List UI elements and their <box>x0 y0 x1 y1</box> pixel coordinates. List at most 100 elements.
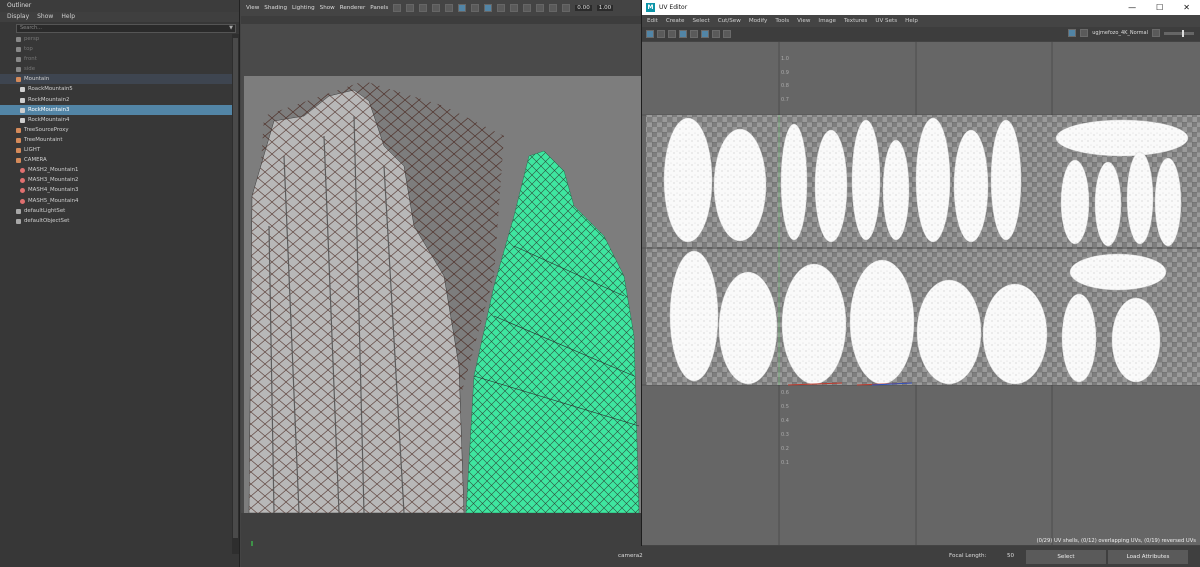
viewport-menu-shading[interactable]: Shading <box>264 5 287 11</box>
image-toggle-icon[interactable] <box>1068 29 1077 37</box>
focal-length-value[interactable]: 50 <box>1007 553 1014 559</box>
outliner-item[interactable]: MASH3_Mountain2 <box>0 175 232 185</box>
outliner-item[interactable]: Mountain <box>0 74 232 85</box>
outliner-item[interactable]: persp <box>0 34 232 44</box>
uv-editor-title: UV Editor <box>659 4 688 11</box>
outliner-item[interactable]: CAMERA <box>0 155 232 165</box>
outliner-item[interactable]: side <box>0 64 232 74</box>
search-dropdown-icon[interactable]: ▼ <box>229 25 233 32</box>
uv-shell <box>713 128 767 242</box>
image-name-dropdown[interactable]: ugjmefozo_4K_Normal <box>1092 30 1148 36</box>
scrollbar-thumb[interactable] <box>233 38 238 538</box>
viewport-scene[interactable] <box>244 76 641 513</box>
uv-menu-edit[interactable]: Edit <box>647 18 658 24</box>
outliner-item[interactable]: RockMountain3 <box>0 104 232 115</box>
lock-camera-icon[interactable] <box>406 4 415 12</box>
isolate-select-icon[interactable] <box>549 4 558 12</box>
uv-dim-image-icon[interactable] <box>712 30 720 38</box>
search-placeholder: Search... <box>20 25 42 31</box>
uv-distortion-icon[interactable] <box>679 30 687 38</box>
outliner-item[interactable]: defaultObjectSet <box>0 216 232 226</box>
uv-grid-icon[interactable] <box>646 30 654 38</box>
outliner-menu-display[interactable]: Display <box>7 12 29 22</box>
image-plane-icon[interactable] <box>432 4 441 12</box>
viewport-menu-renderer[interactable]: Renderer <box>340 5 366 11</box>
outliner-item-label: persp <box>24 36 40 42</box>
shadows-icon[interactable] <box>523 4 532 12</box>
outliner-item[interactable]: TreeSourceProxy <box>0 125 232 135</box>
smooth-shade-icon[interactable] <box>471 4 480 12</box>
outliner-item-label: RockMountain2 <box>28 96 70 103</box>
viewport-menu-view[interactable]: View <box>246 5 259 11</box>
maya-workspace: Outliner Display Show Help Search... ▼ p… <box>0 0 1200 567</box>
outliner-panel: Outliner Display Show Help Search... ▼ p… <box>0 0 240 567</box>
xray-icon[interactable] <box>562 4 571 12</box>
uv-editor-titlebar: M UV Editor — ☐ ✕ <box>642 0 1200 15</box>
grid-label: 0.8 <box>781 83 789 89</box>
bookmark-icon[interactable] <box>419 4 428 12</box>
outliner-item[interactable]: MASH4_Mountain3 <box>0 185 232 195</box>
wireframe-icon[interactable] <box>458 4 467 12</box>
uv-menu-image[interactable]: Image <box>818 18 836 24</box>
uv-menu-help[interactable]: Help <box>905 18 918 24</box>
outliner-item[interactable]: RoackMountain5 <box>0 84 232 94</box>
outliner-item[interactable]: RockMountain2 <box>0 95 232 105</box>
uv-menu-modify[interactable]: Modify <box>749 18 768 24</box>
uv-menu-tools[interactable]: Tools <box>775 18 789 24</box>
outliner-item[interactable]: MASH2_Mountain1 <box>0 165 232 175</box>
gamma-field[interactable]: 1.00 <box>596 5 614 11</box>
uv-menu-select[interactable]: Select <box>692 18 709 24</box>
uv-menu-create[interactable]: Create <box>666 18 685 24</box>
outliner-item[interactable]: TreeMountaint <box>0 135 232 145</box>
group-icon <box>16 127 21 133</box>
outliner-menu-show[interactable]: Show <box>37 12 53 22</box>
uv-menu-view[interactable]: View <box>797 18 810 24</box>
grid-icon[interactable] <box>445 4 454 12</box>
mash-icon <box>20 168 25 174</box>
outliner-item-label: defaultObjectSet <box>24 217 70 224</box>
uv-display-image-icon[interactable] <box>701 30 709 38</box>
lights-icon[interactable] <box>510 4 519 12</box>
wireframe-on-shaded-icon[interactable] <box>484 4 493 12</box>
minimize-button[interactable]: — <box>1128 3 1136 12</box>
uv-snapshot-icon[interactable] <box>723 30 731 38</box>
channel-icon[interactable] <box>1080 29 1089 37</box>
select-button[interactable]: Select <box>1026 550 1106 564</box>
outliner-item[interactable]: top <box>0 44 232 54</box>
uv-checker-icon[interactable] <box>657 30 665 38</box>
uv-texture-borders-icon[interactable] <box>690 30 698 38</box>
load-attributes-button[interactable]: Load Attributes <box>1108 550 1188 564</box>
uv-shell <box>916 279 982 385</box>
viewport-menu-show[interactable]: Show <box>320 5 335 11</box>
textured-icon[interactable] <box>497 4 506 12</box>
uv-menu-uvsets[interactable]: UV Sets <box>875 18 897 24</box>
color-management-icon[interactable] <box>1152 29 1160 37</box>
outliner-item[interactable]: MASH5_Mountain4 <box>0 196 232 206</box>
exposure-slider[interactable] <box>1164 29 1194 37</box>
uv-shell <box>1069 253 1167 291</box>
outliner-item[interactable]: front <box>0 54 232 64</box>
maya-logo-icon: M <box>646 3 655 12</box>
camera-select-icon[interactable] <box>393 4 402 12</box>
outliner-item[interactable]: RockMountain4 <box>0 115 232 125</box>
uv-shaded-icon[interactable] <box>668 30 676 38</box>
outliner-item[interactable]: defaultLightSet <box>0 206 232 216</box>
maximize-button[interactable]: ☐ <box>1156 3 1163 12</box>
outliner-item[interactable]: LIGHT <box>0 145 232 155</box>
viewport-menu-lighting[interactable]: Lighting <box>292 5 315 11</box>
outliner-search-input[interactable]: Search... ▼ <box>16 24 236 33</box>
uv-canvas[interactable]: 1.0 0.9 0.8 0.7 0.6 0.5 0.4 0.3 0.2 0.1 <box>642 42 1200 545</box>
exposure-slider-knob[interactable] <box>1182 29 1184 37</box>
uv-menu-textures[interactable]: Textures <box>844 18 867 24</box>
grid-label: 0.4 <box>781 418 789 424</box>
outliner-item-label: RockMountain3 <box>28 106 70 113</box>
uv-menu-cutsew[interactable]: Cut/Sew <box>718 18 741 24</box>
viewport-menu-panels[interactable]: Panels <box>370 5 388 11</box>
ambient-occlusion-icon[interactable] <box>536 4 545 12</box>
group-icon <box>16 148 21 154</box>
bottom-attribute-bar: camera2 Focal Length: 50 Select Load Att… <box>241 546 1200 567</box>
close-button[interactable]: ✕ <box>1183 3 1190 12</box>
exposure-field[interactable]: 0.00 <box>575 5 592 11</box>
outliner-scrollbar[interactable] <box>232 34 239 554</box>
outliner-menu-help[interactable]: Help <box>61 12 75 22</box>
